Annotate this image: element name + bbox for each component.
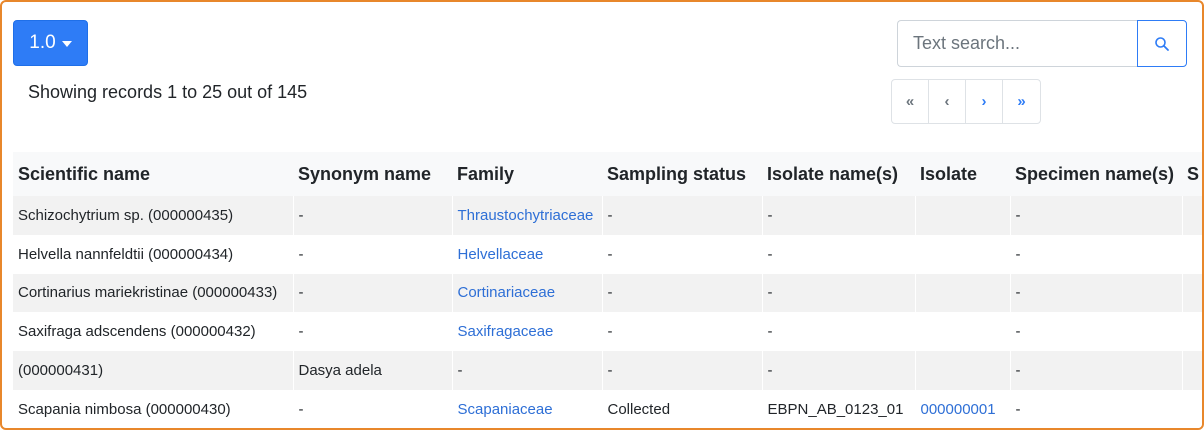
cell-family-link[interactable]: Saxifragaceae [452, 312, 603, 352]
column-header-family[interactable]: Family [452, 152, 602, 196]
table-row: (000000431) Dasya adela - - - - [13, 351, 1202, 390]
column-header-specimen-names[interactable]: Specimen name(s) [1010, 152, 1182, 196]
records-table: Scientific name Synonym name Family Samp… [13, 152, 1202, 428]
cell-scientific-name: Cortinarius mariekristinae (000000433) [13, 273, 294, 313]
cell-isolate-names: - [762, 312, 916, 352]
cell-isolate-names: - [762, 196, 916, 235]
cell-family-link[interactable]: Scapaniaceae [452, 389, 603, 428]
cell-specimen-names: - [1010, 389, 1183, 428]
search-group [897, 20, 1187, 67]
cell-isolate [915, 351, 1011, 390]
cell-sampling-status: - [602, 234, 763, 274]
cell-sampling-status: - [602, 312, 763, 352]
cell-synonym-name: - [293, 273, 453, 313]
cell-isolate [915, 196, 1011, 235]
cell-scientific-name: Saxifraga adscendens (000000432) [13, 312, 294, 352]
table-header-row: Scientific name Synonym name Family Samp… [13, 152, 1202, 196]
cell-isolate-names: - [762, 234, 916, 274]
cell-truncated [1182, 389, 1202, 428]
pagination-first[interactable]: « [892, 80, 929, 123]
pagination-prev[interactable]: ‹ [929, 80, 966, 123]
cell-synonym-name: - [293, 196, 453, 235]
search-button[interactable] [1137, 20, 1187, 67]
records-table-wrapper: Scientific name Synonym name Family Samp… [13, 152, 1202, 428]
search-input[interactable] [897, 20, 1137, 67]
cell-scientific-name: Helvella nannfeldtii (000000434) [13, 234, 294, 274]
cell-specimen-names: - [1010, 273, 1183, 313]
search-icon [1155, 36, 1169, 51]
cell-scientific-name: Schizochytrium sp. (000000435) [13, 196, 294, 235]
cell-isolate [915, 234, 1011, 274]
cell-scientific-name: (000000431) [13, 351, 294, 390]
table-row: Cortinarius mariekristinae (000000433) -… [13, 273, 1202, 313]
cell-truncated [1182, 273, 1202, 313]
table-row: Saxifraga adscendens (000000432) - Saxif… [13, 312, 1202, 352]
cell-specimen-names: - [1010, 312, 1183, 352]
cell-family-link[interactable]: Helvellaceae [452, 234, 603, 274]
cell-family-link[interactable]: Cortinariaceae [452, 273, 603, 313]
cell-sampling-status: - [602, 196, 763, 235]
cell-synonym-name: - [293, 312, 453, 352]
cell-isolate [915, 312, 1011, 352]
cell-family-link[interactable]: Thraustochytriaceae [452, 196, 603, 235]
cell-truncated [1182, 312, 1202, 352]
column-header-sampling-status[interactable]: Sampling status [602, 152, 762, 196]
records-count-text: Showing records 1 to 25 out of 145 [28, 82, 308, 102]
pagination: « ‹ › » [891, 79, 1041, 124]
cell-synonym-name: Dasya adela [293, 351, 453, 390]
column-header-synonym-name[interactable]: Synonym name [293, 152, 452, 196]
cell-family: - [452, 351, 603, 390]
cell-truncated [1182, 234, 1202, 274]
cell-specimen-names: - [1010, 351, 1183, 390]
page-frame: 1.0 Showing records 1 to 25 out of 145 «… [0, 0, 1204, 430]
cell-isolate-names: EBPN_AB_0123_01 [762, 389, 916, 428]
cell-truncated [1182, 196, 1202, 235]
cell-isolate-names: - [762, 351, 916, 390]
column-header-truncated[interactable]: S [1182, 152, 1202, 196]
cell-sampling-status: - [602, 273, 763, 313]
cell-truncated [1182, 351, 1202, 390]
cell-synonym-name: - [293, 389, 453, 428]
version-dropdown-button[interactable]: 1.0 [13, 20, 88, 66]
cell-isolate [915, 273, 1011, 313]
cell-isolate-link[interactable]: 000000001 [915, 389, 1011, 428]
cell-specimen-names: - [1010, 196, 1183, 235]
cell-isolate-names: - [762, 273, 916, 313]
column-header-scientific-name[interactable]: Scientific name [13, 152, 293, 196]
cell-sampling-status: - [602, 351, 763, 390]
table-row: Helvella nannfeldtii (000000434) - Helve… [13, 234, 1202, 274]
version-label: 1.0 [29, 32, 56, 53]
table-row: Schizochytrium sp. (000000435) - Thraust… [13, 196, 1202, 235]
column-header-isolate-names[interactable]: Isolate name(s) [762, 152, 915, 196]
table-row: Scapania nimbosa (000000430) - Scapaniac… [13, 389, 1202, 428]
caret-down-icon [61, 41, 72, 47]
cell-synonym-name: - [293, 234, 453, 274]
column-header-isolate[interactable]: Isolate [915, 152, 1010, 196]
pagination-last[interactable]: » [1003, 80, 1040, 123]
cell-scientific-name: Scapania nimbosa (000000430) [13, 389, 294, 428]
cell-specimen-names: - [1010, 234, 1183, 274]
cell-sampling-status: Collected [602, 389, 763, 428]
pagination-next[interactable]: › [966, 80, 1003, 123]
